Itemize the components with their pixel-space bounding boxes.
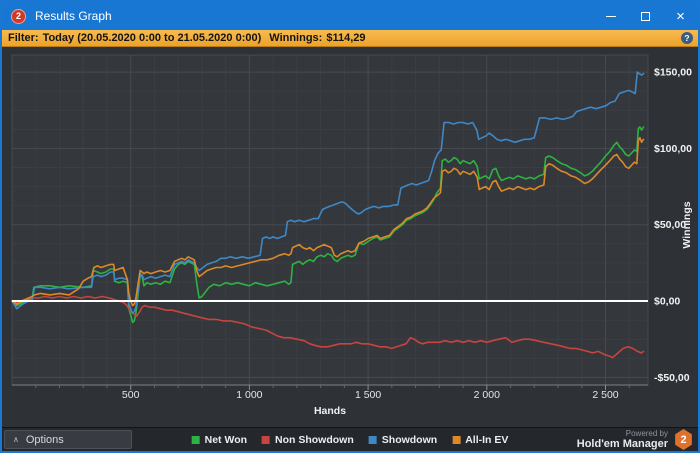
winnings-value: $114,29 [326, 32, 366, 44]
x-tick-label: 1 000 [236, 389, 262, 401]
powered-by-label: Powered by [625, 428, 668, 438]
powered-by: Powered by Hold'em Manager 2 [577, 429, 693, 450]
y-tick-label: $0,00 [654, 296, 680, 308]
chart-area: 500 1 000 1 500 2 000 2 500 Hands $150,00 $100,… [2, 47, 698, 427]
maximize-icon [641, 11, 650, 21]
y-axis-title: Winnings [681, 201, 693, 248]
brand-name: Hold'em Manager [576, 437, 668, 450]
legend-item-showdown: Showdown [368, 433, 438, 446]
options-label: Options [25, 433, 64, 446]
filter-bar: Filter: Today (20.05.2020 0:00 to 21.05.… [2, 30, 698, 47]
results-chart: 500 1 000 1 500 2 000 2 500 Hands $150,00 $100,… [11, 54, 693, 417]
close-button[interactable]: × [663, 2, 698, 30]
app-icon: 2 [11, 8, 26, 24]
x-axis-title: Hands [314, 405, 346, 417]
filter-value: Today (20.05.2020 0:00 to 21.05.2020 0:0… [42, 32, 262, 44]
chevron-up-icon: ∧ [13, 434, 19, 444]
results-graph-window: 2 Results Graph × Filter: Today (20.05.2… [0, 0, 700, 453]
filter-label: Filter: [8, 32, 39, 44]
legend-label: Showdown [381, 433, 438, 446]
bottom-bar: ∧ Options Net Won Non Showdown Showdown All… [2, 427, 698, 451]
y-tick-label: $100,00 [654, 143, 692, 155]
app-icon-digit: 2 [15, 11, 21, 21]
winnings-label: Winnings: [269, 32, 323, 44]
y-tick-label: -$50,00 [654, 372, 690, 384]
minimize-icon [605, 15, 616, 17]
legend-label: All-In EV [465, 433, 509, 446]
legend-label: Net Won [204, 433, 248, 446]
legend-swatch-icon [368, 435, 377, 444]
legend-swatch-icon [191, 435, 200, 444]
x-tick-label: 500 [122, 389, 140, 401]
close-icon: × [676, 7, 685, 25]
help-button[interactable]: ? [681, 32, 693, 44]
x-tick-label: 2 000 [474, 389, 500, 401]
legend: Net Won Non Showdown Showdown All-In EV [191, 433, 508, 446]
maximize-button[interactable] [628, 2, 663, 30]
titlebar[interactable]: 2 Results Graph × [2, 2, 698, 30]
legend-swatch-icon [262, 435, 271, 444]
legend-item-non-showdown: Non Showdown [262, 434, 354, 446]
y-tick-label: $150,00 [654, 67, 692, 79]
options-button[interactable]: ∧ Options [4, 430, 132, 449]
window-controls: × [593, 2, 698, 30]
legend-swatch-icon [452, 435, 461, 444]
window-title: Results Graph [35, 9, 112, 23]
x-tick-label: 2 500 [592, 389, 618, 401]
legend-label: Non Showdown [275, 433, 354, 446]
legend-item-all-in-ev: All-In EV [452, 434, 508, 446]
x-axis [12, 384, 648, 390]
legend-item-net-won: Net Won [191, 433, 248, 446]
minimize-button[interactable] [593, 2, 628, 30]
x-tick-label: 1 500 [355, 389, 381, 401]
hm2-logo: 2 [675, 429, 692, 450]
